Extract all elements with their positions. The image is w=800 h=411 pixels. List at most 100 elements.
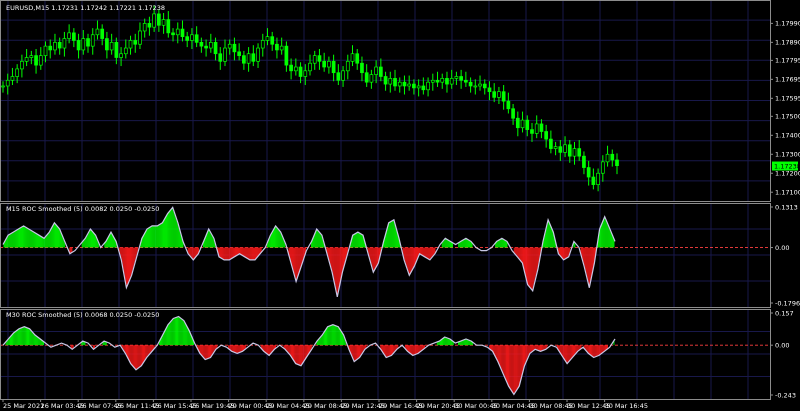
price-axis-label: 1.17300 [775,151,800,159]
candle-body [303,70,308,77]
candle-body [133,40,138,45]
candle-body [449,78,454,85]
candle-body [142,23,147,32]
candle-body [355,53,360,64]
candle-body [293,66,298,72]
candle-body [53,42,57,51]
price-axis-label: 1.17890 [775,39,800,47]
candle-body [114,42,119,58]
candle-body [175,28,180,36]
candle-body [57,42,62,49]
roc-m30-label: M30 ROC Smoothed (5) 0.0068 0.0250 -0.02… [6,311,159,319]
candle-body [95,28,100,36]
time-axis-label: 30 Mar 16:45 [605,402,648,410]
candle-body [478,83,482,87]
candle-body [15,68,20,77]
candle-body [459,76,463,81]
candle-body [86,38,90,47]
candle-body [600,161,605,174]
candle-body [416,85,421,89]
candle-body [525,119,530,130]
trading-chart[interactable]: EURUSD,M15 1.17231 1.17242 1.17221 1.172… [0,0,800,411]
candle-body [327,60,331,68]
indicator-axis-label: 0.157 [775,309,794,317]
candle-body [223,47,227,62]
candle-body [345,60,350,72]
candle-body [128,40,133,49]
candle-body [421,85,426,91]
roc-m15-label: M15 ROC Smoothed (5) 0.0082 0.0250 -0.02… [6,205,159,213]
candle-body [138,30,142,45]
candle-body [308,62,312,72]
candle-body [199,42,204,47]
symbol-info: EURUSD,M15 1.17231 1.17242 1.17221 1.172… [6,4,165,12]
indicator-axis-label: 0.1313 [775,203,798,211]
candle-body [312,55,317,64]
candle-body [558,146,563,153]
candle-body [364,72,369,83]
candle-body [426,81,430,91]
candle-body [157,13,161,26]
indicator-axis-label: -0.1796 [775,299,800,307]
candle-body [378,66,383,77]
candle-body [256,47,260,62]
candle-body [105,38,109,51]
candle-body [440,78,445,83]
candle-body [567,144,572,157]
candle-body [298,66,303,77]
candle-body [539,123,544,132]
candle-body [369,74,374,83]
candle-body [180,28,185,38]
candle-body [275,43,279,51]
candle-body [402,81,407,87]
candle-body [5,79,10,87]
candle-body [20,60,24,70]
candle-body [67,32,71,39]
candle-body [232,43,237,53]
price-axis-label: 1.17695 [775,76,800,84]
candle-body [71,32,76,41]
candle-body [591,176,596,185]
indicator-axis-label: -0.243 [775,391,796,399]
candle-body [374,66,378,75]
candle-body [246,53,251,64]
candle-body [492,91,497,98]
candle-body [34,55,38,66]
candle-body [171,32,175,36]
price-axis-label: 1.17595 [775,95,800,103]
candle-body [48,45,53,51]
candle-body [147,23,152,28]
price-axis-label: 1.17795 [775,57,800,65]
candle-body [289,64,293,72]
price-axis-label: 1.17400 [775,132,800,140]
candle-body [582,155,586,168]
candle-body [435,79,440,83]
candle-body [464,79,468,83]
price-tag-value: 1.17238 [774,163,800,171]
candle-body [152,13,156,28]
candle-body [473,85,478,88]
candle-body [412,83,416,89]
candle-body [605,153,610,163]
candle-body [596,172,600,185]
candle-body [100,28,105,39]
candle-body [520,119,525,129]
candle-body [322,60,327,68]
candle-body [487,87,492,93]
candle-body [563,144,567,153]
candle-body [497,91,501,98]
candle-body [336,72,341,81]
candle-body [123,47,128,55]
candle-body [204,45,208,49]
candle-body [284,45,289,66]
candle-body [218,53,223,62]
candle-body [341,70,345,81]
price-axis-label: 1.17990 [775,20,800,28]
candle-body [530,129,534,134]
candle-body [190,34,194,41]
candle-body [119,53,123,58]
candle-body [397,81,402,87]
candle-body [90,34,95,47]
candle-body [350,53,355,62]
candle-body [549,138,553,149]
